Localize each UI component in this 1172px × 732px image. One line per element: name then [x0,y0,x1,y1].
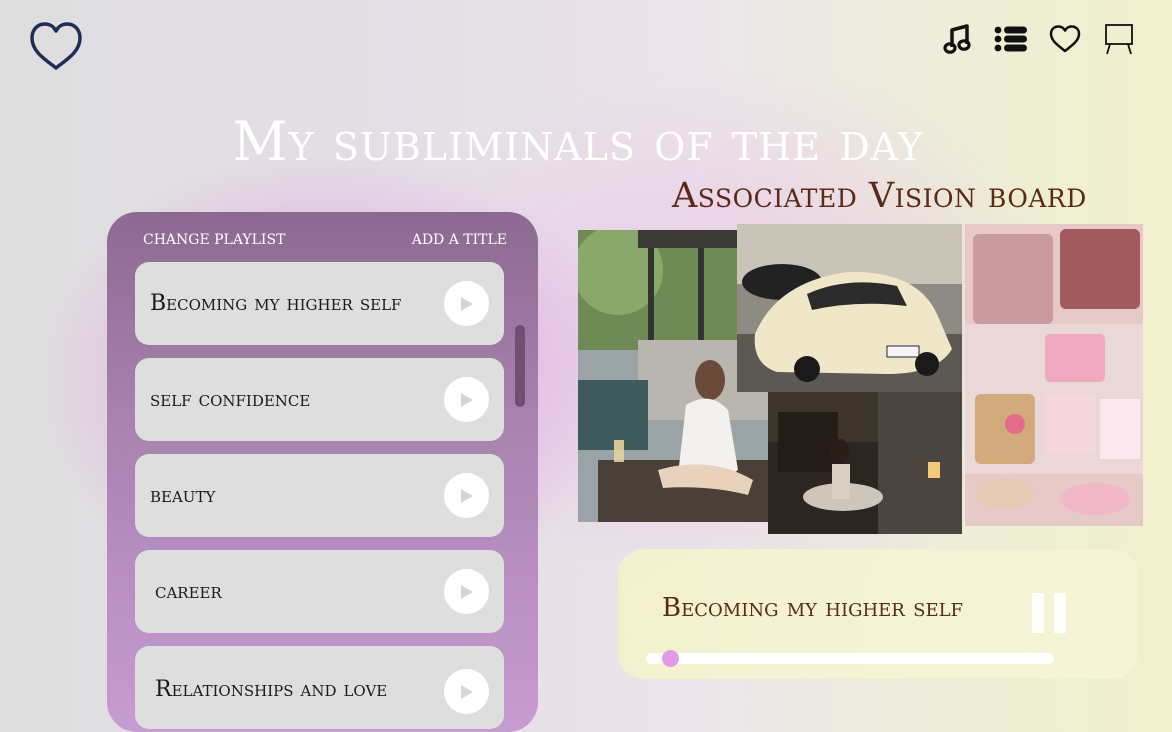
play-icon [460,392,473,407]
add-title-link[interactable]: ADD A TITLE [412,232,507,248]
vision-image-car [737,224,962,392]
play-icon [460,684,473,699]
vision-image-pink-bags [965,224,1143,526]
track-item[interactable]: Relationships and love [135,646,504,729]
track-name: career [155,579,222,604]
easel-icon[interactable] [1092,22,1146,56]
play-button[interactable] [444,473,489,518]
list-icon[interactable] [984,22,1038,56]
play-button[interactable] [444,281,489,326]
playlist-panel: CHANGE PLAYLIST ADD A TITLE Becoming my … [107,212,538,732]
progress-bar[interactable] [646,650,1054,667]
play-icon [460,488,473,503]
now-playing-title: Becoming my higher self [662,593,964,623]
track-item[interactable]: beauty [135,454,504,537]
heart-logo-icon[interactable] [28,20,84,72]
track-name: Relationships and love [155,677,388,702]
vision-board [578,224,1143,534]
heart-icon[interactable] [1038,22,1092,56]
progress-knob[interactable] [662,650,680,667]
pause-icon [1032,593,1044,633]
play-icon [460,584,473,599]
track-name: self confidence [150,387,311,412]
play-button[interactable] [444,569,489,614]
change-playlist-link[interactable]: CHANGE PLAYLIST [143,232,285,248]
page-title: My subliminals of the day [232,110,924,173]
track-item[interactable]: career [135,550,504,633]
vision-board-title: Associated Vision board [672,176,1087,216]
top-nav [930,22,1146,56]
track-name: beauty [150,483,216,508]
track-item[interactable]: self confidence [135,358,504,441]
playlist-header: CHANGE PLAYLIST ADD A TITLE [143,232,507,248]
now-playing-player: Becoming my higher self [618,549,1138,679]
pause-button[interactable] [1032,593,1066,633]
music-note-icon[interactable] [930,22,984,56]
play-icon [460,296,473,311]
play-button[interactable] [444,669,489,714]
play-button[interactable] [444,377,489,422]
playlist-scrollbar[interactable] [515,325,525,407]
track-name: Becoming my higher self [150,291,402,316]
track-item[interactable]: Becoming my higher self [135,262,504,345]
vision-image-workspace [768,392,962,534]
